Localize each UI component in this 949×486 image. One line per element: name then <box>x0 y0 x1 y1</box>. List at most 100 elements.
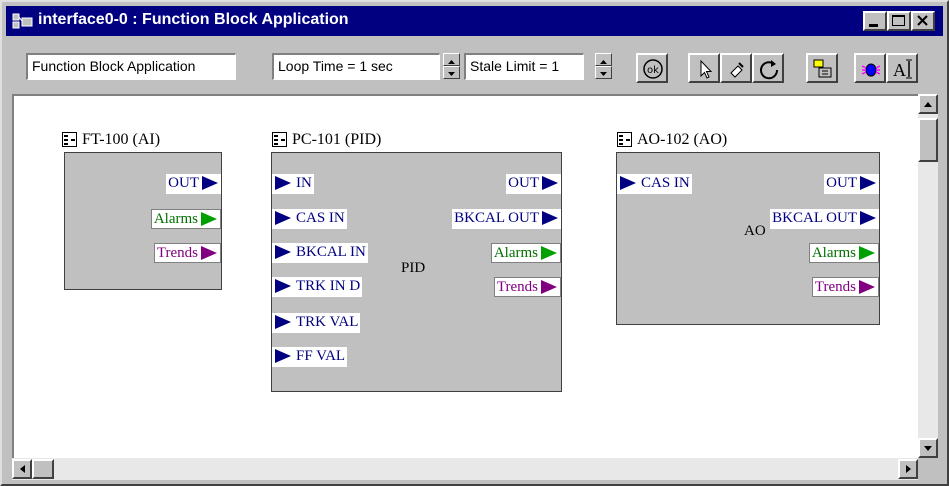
port-label: TRK IN D <box>296 278 361 294</box>
function-block-ft-100[interactable]: OUT Alarms Trends <box>64 152 222 290</box>
block-type-label: AO <box>744 223 766 239</box>
trends-port[interactable]: Trends <box>153 243 221 263</box>
scroll-down-button[interactable] <box>918 438 938 458</box>
port-label: BKCAL IN <box>296 244 366 260</box>
pointer-tool-button[interactable] <box>688 53 720 83</box>
download-button[interactable] <box>806 53 838 83</box>
input-port[interactable]: FF VAL <box>272 347 348 367</box>
port-label: Alarms <box>153 211 198 227</box>
port-label: OUT <box>826 175 857 191</box>
function-block-icon <box>617 132 632 147</box>
maximize-button[interactable] <box>887 11 911 31</box>
close-button[interactable] <box>911 11 935 31</box>
minimize-icon <box>869 24 878 27</box>
debug-button[interactable] <box>854 53 886 83</box>
input-port[interactable]: CAS IN <box>272 209 347 229</box>
arrow-left-icon <box>20 465 25 473</box>
port-arrow-icon <box>541 246 557 260</box>
output-port[interactable]: OUT <box>166 174 221 194</box>
vertical-scroll-thumb[interactable] <box>918 118 938 162</box>
port-arrow-icon <box>620 176 636 190</box>
loop-time-field[interactable]: Loop Time = 1 sec <box>272 53 440 80</box>
port-label: Alarms <box>811 245 856 261</box>
input-port[interactable]: TRK IN D <box>272 277 363 297</box>
alarms-port[interactable]: Alarms <box>150 209 221 229</box>
loop-time-spinner[interactable] <box>443 53 460 80</box>
arrow-down-icon <box>924 446 932 451</box>
rotate-tool-button[interactable] <box>752 53 784 83</box>
stale-limit-field[interactable]: Stale Limit = 1 <box>464 53 584 80</box>
toolbar: Function Block Application Loop Time = 1… <box>6 36 943 86</box>
rotate-icon <box>760 60 779 80</box>
trends-port[interactable]: Trends <box>493 277 561 297</box>
connect-tool-button[interactable] <box>720 53 752 83</box>
title-bar[interactable]: interface0-0 : Function Block Applicatio… <box>6 6 943 36</box>
output-port[interactable]: OUT <box>824 174 879 194</box>
alarms-port[interactable]: Alarms <box>808 243 879 263</box>
port-label: OUT <box>508 175 539 191</box>
ok-button[interactable]: ok <box>636 53 668 83</box>
port-arrow-icon <box>859 246 875 260</box>
port-label: Trends <box>814 279 856 295</box>
trends-port[interactable]: Trends <box>811 277 879 297</box>
port-arrow-icon <box>202 176 218 190</box>
input-port[interactable]: IN <box>272 174 314 194</box>
text-icon: A <box>893 59 912 80</box>
output-port[interactable]: BKCAL OUT <box>452 209 561 229</box>
block-title: AO-102 (AO) <box>637 131 728 148</box>
text-tool-button[interactable]: A <box>886 53 918 83</box>
resize-corner[interactable] <box>918 458 938 480</box>
scroll-left-button[interactable] <box>12 459 32 479</box>
port-arrow-icon <box>275 176 291 190</box>
port-label: OUT <box>168 175 199 191</box>
window-title: interface0-0 : Function Block Applicatio… <box>38 11 349 28</box>
input-port[interactable]: BKCAL IN <box>272 243 368 263</box>
block-title: FT-100 (AI) <box>82 131 161 148</box>
vertical-scrollbar[interactable] <box>918 94 938 458</box>
block-diagram-canvas[interactable]: FT-100 (AI) OUT Alarms Trends PC-101 (PI… <box>12 94 918 458</box>
port-label: BKCAL OUT <box>772 210 857 226</box>
debug-icon <box>861 63 881 77</box>
scroll-right-button[interactable] <box>898 459 918 479</box>
spin-down-icon[interactable] <box>443 66 460 79</box>
port-arrow-icon <box>859 280 875 294</box>
port-label: CAS IN <box>296 210 345 226</box>
ok-icon: ok <box>643 59 663 79</box>
alarms-port[interactable]: Alarms <box>490 243 561 263</box>
pointer-icon <box>700 59 713 79</box>
horizontal-scroll-thumb[interactable] <box>32 459 54 479</box>
port-arrow-icon <box>275 349 291 363</box>
input-port[interactable]: CAS IN <box>617 174 692 194</box>
block-type-label: PID <box>401 260 426 276</box>
spin-up-icon[interactable] <box>443 53 460 66</box>
function-block-pc-101[interactable]: IN CAS IN BKCAL IN TRK IN D TRK VAL FF V… <box>271 152 562 392</box>
minimize-button[interactable] <box>863 11 887 31</box>
scroll-up-button[interactable] <box>918 94 938 114</box>
function-block-app-icon <box>12 13 33 29</box>
function-block-icon <box>272 132 287 147</box>
svg-text:A: A <box>893 60 906 80</box>
port-arrow-icon <box>201 246 217 260</box>
port-arrow-icon <box>860 211 876 225</box>
port-label: Alarms <box>493 245 538 261</box>
output-port[interactable]: OUT <box>506 174 561 194</box>
input-port[interactable]: TRK VAL <box>272 313 361 333</box>
stale-limit-spinner[interactable] <box>595 53 612 80</box>
port-label: BKCAL OUT <box>454 210 539 226</box>
port-arrow-icon <box>542 211 558 225</box>
horizontal-scrollbar[interactable] <box>12 458 918 480</box>
port-arrow-icon <box>275 315 291 329</box>
port-arrow-icon <box>201 212 217 226</box>
svg-text:ok: ok <box>647 65 659 76</box>
output-port[interactable]: BKCAL OUT <box>770 209 879 229</box>
port-label: TRK VAL <box>296 314 359 330</box>
spin-up-icon[interactable] <box>595 53 612 66</box>
spin-down-icon[interactable] <box>595 66 612 79</box>
application-window: interface0-0 : Function Block Applicatio… <box>0 0 949 486</box>
port-arrow-icon <box>275 245 291 259</box>
connect-icon <box>730 62 744 78</box>
app-name-field[interactable]: Function Block Application <box>26 53 236 80</box>
arrow-right-icon <box>906 465 911 473</box>
function-block-ao-102[interactable]: CAS IN OUT BKCAL OUT Alarms Trends AO <box>616 152 880 325</box>
port-label: IN <box>296 175 312 191</box>
